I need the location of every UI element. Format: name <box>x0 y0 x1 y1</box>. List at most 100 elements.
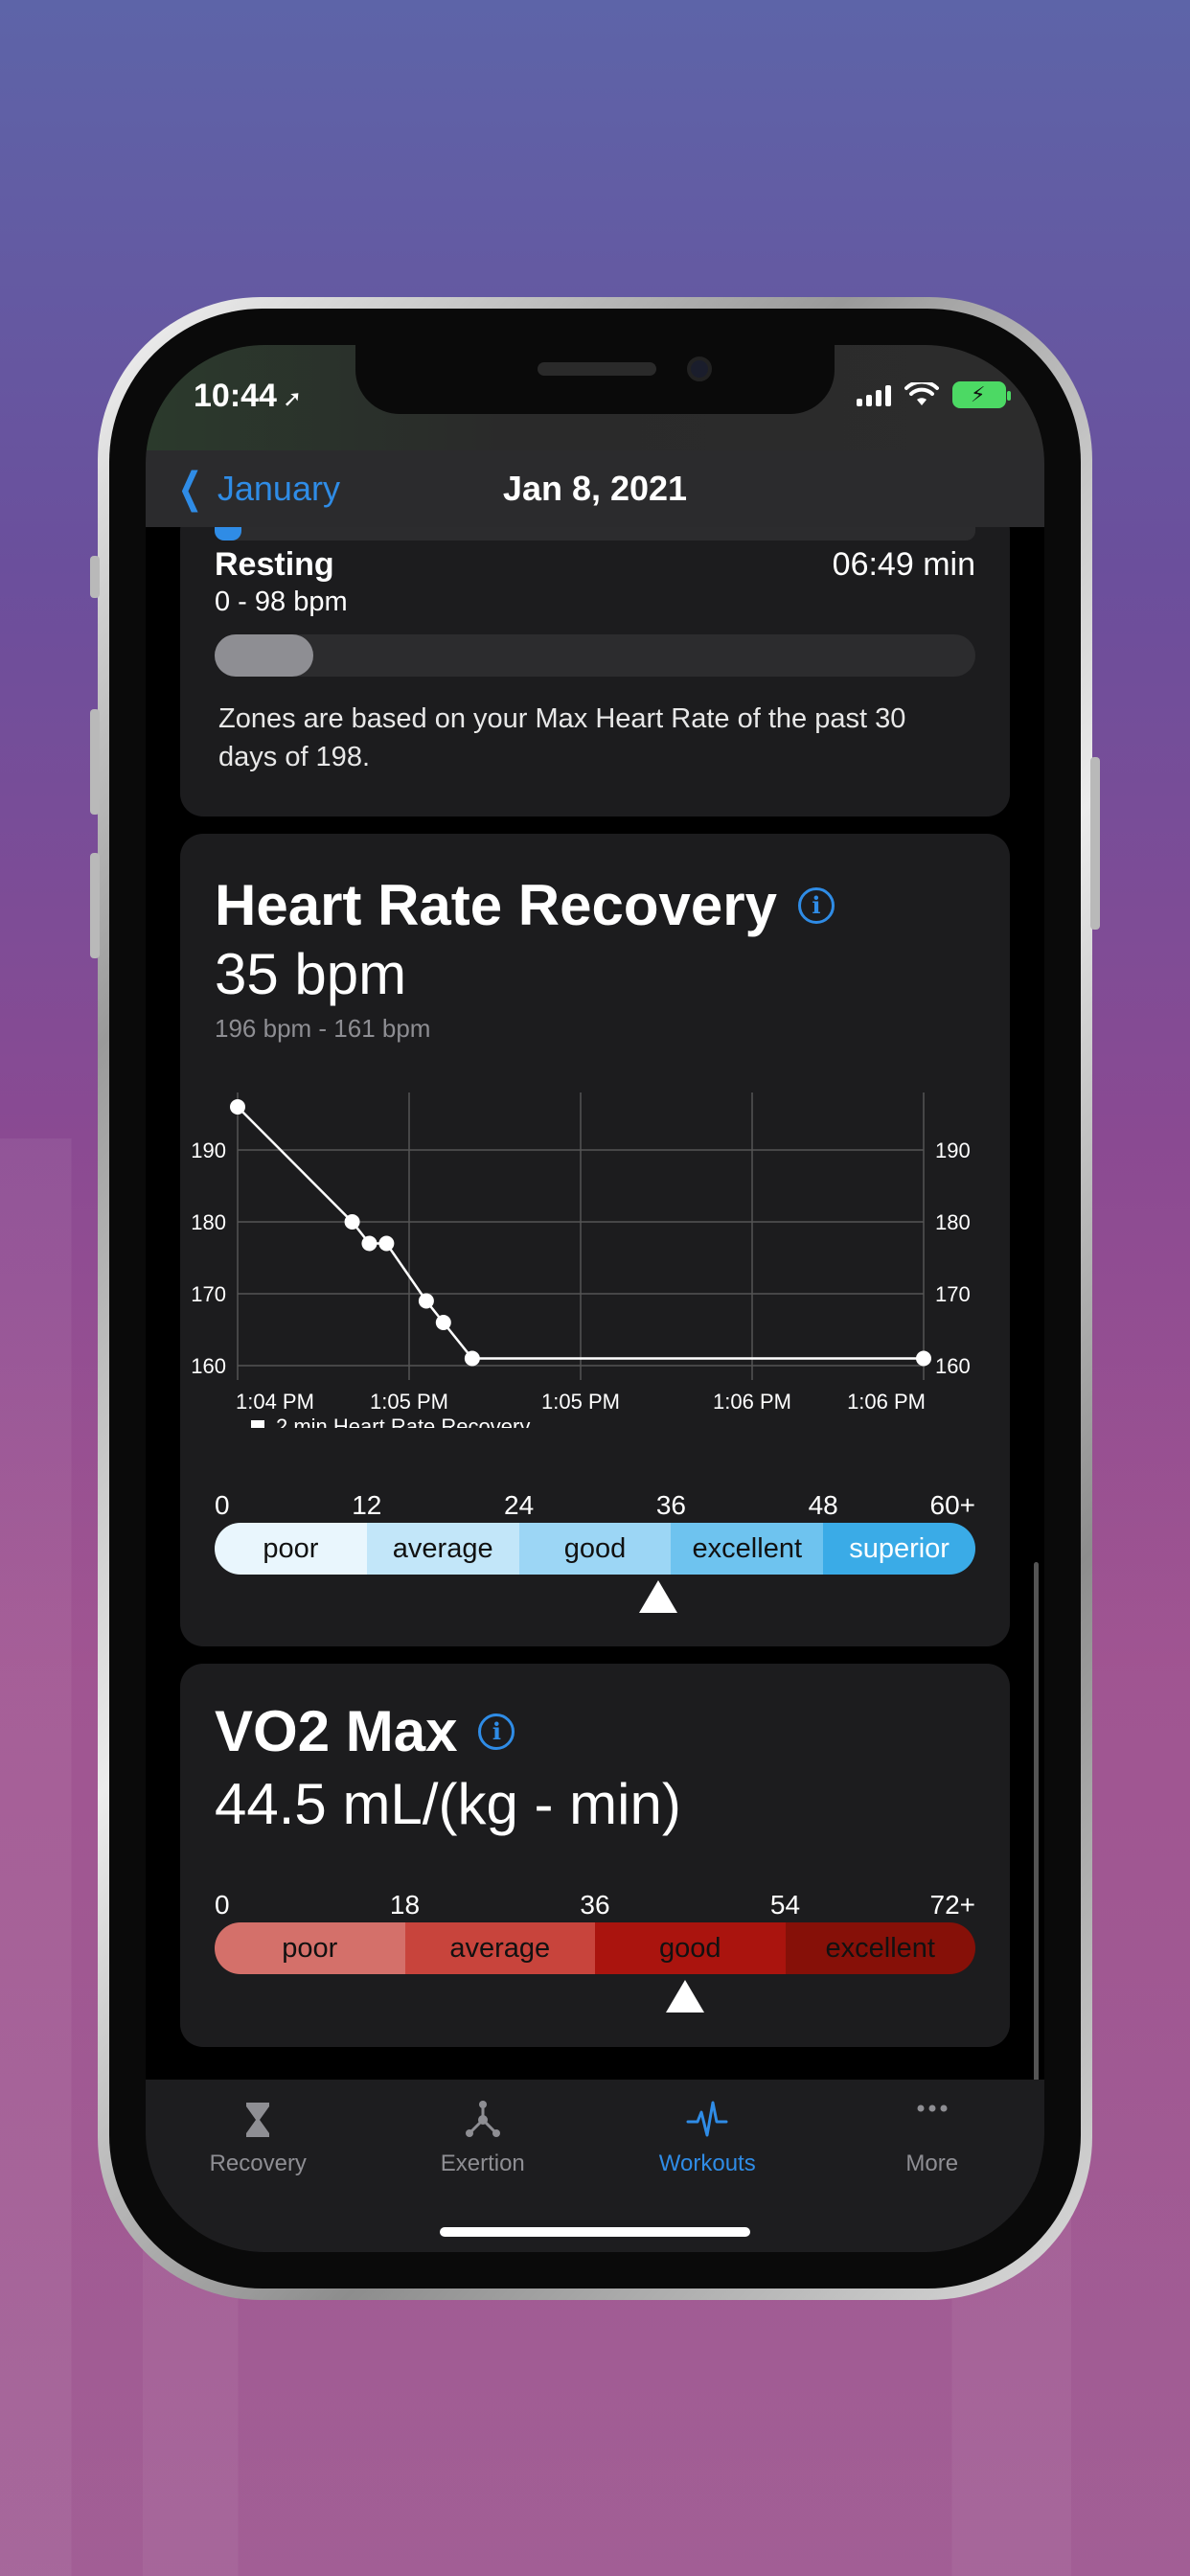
scale-tick-label: 48 <box>808 1490 838 1520</box>
data-point <box>435 1315 451 1330</box>
scale-segment-superior: superior <box>823 1523 975 1575</box>
zone-label: Resting <box>215 546 334 583</box>
previous-zone-fill <box>215 527 241 540</box>
data-point <box>344 1214 360 1230</box>
info-icon[interactable]: i <box>797 886 835 924</box>
tab-bar: Recovery Exertion Workouts More <box>146 2080 1044 2252</box>
vo2-rating-scale: 0 18 36 54 72+ poor average good excellent <box>215 1890 975 2012</box>
y-tick-label-left: 160 <box>191 1354 226 1378</box>
scale-segment-excellent: excellent <box>671 1523 824 1575</box>
scale-tick-label: 36 <box>580 1890 610 1920</box>
x-tick-label: 1:05 PM <box>370 1390 448 1414</box>
legend-swatch <box>251 1420 264 1428</box>
hrr-marker-triangle <box>639 1580 678 1613</box>
legend-label: 2 min Heart Rate Recovery <box>276 1414 530 1428</box>
previous-zone-bar <box>215 527 975 540</box>
y-tick-label-left: 190 <box>191 1138 226 1162</box>
scale-tick-label: 12 <box>352 1490 382 1520</box>
page-title: Jan 8, 2021 <box>502 469 688 508</box>
data-point <box>464 1350 480 1367</box>
tab-label: More <box>905 2150 959 2176</box>
x-tick-label: 1:04 PM <box>236 1390 314 1414</box>
location-arrow-icon: ➚ <box>282 386 303 412</box>
y-tick-label-right: 170 <box>935 1282 971 1306</box>
scale-segment-good: good <box>518 1523 672 1575</box>
y-tick-label-right: 180 <box>935 1210 971 1234</box>
back-button[interactable]: ❮ January <box>172 468 340 510</box>
tab-label: Exertion <box>440 2150 525 2176</box>
hrr-rating-scale: 0 12 24 36 48 60+ poor average good excellent sup… <box>215 1490 975 1613</box>
scale-tick-label: 36 <box>655 1490 686 1520</box>
hrr-line-chart: 1:04 PM 1:05 PM 1:05 PM 1:06 PM 1:06 PM 160 16… <box>191 1092 971 1428</box>
scale-segment-good: good <box>595 1922 786 1974</box>
vo2-max-card: VO2 Max i 44.5 mL/(kg - min) 0 18 36 54 72+ … <box>180 1664 1010 2047</box>
tab-more[interactable]: More <box>820 2099 1045 2252</box>
hrr-scale-ticks: 0 12 24 36 48 60+ <box>215 1490 975 1523</box>
hrr-range: 196 bpm - 161 bpm <box>215 1014 431 1043</box>
status-time: 10:44 ➚ <box>194 378 303 414</box>
data-point <box>361 1235 378 1252</box>
ellipsis-icon <box>917 2104 948 2112</box>
hrr-title-text: Heart Rate Recovery <box>215 873 777 937</box>
phone-frame: 10:44 ➚ ⚡ ❮ January Jan 8, 2021 Resting … <box>90 297 1100 2300</box>
heart-rate-zones-card: Resting 0 - 98 bpm 06:49 min Zones are b… <box>180 527 1010 816</box>
x-tick-label: 1:06 PM <box>713 1390 791 1414</box>
scale-tick-label: 24 <box>504 1490 535 1520</box>
scale-segment-average: average <box>404 1922 595 1974</box>
x-tick-label: 1:06 PM <box>847 1390 926 1414</box>
info-icon[interactable]: i <box>478 1713 515 1750</box>
scale-tick-label: 0 <box>215 1490 230 1520</box>
chevron-left-icon: ❮ <box>177 465 203 512</box>
navigation-bar: ❮ January Jan 8, 2021 <box>146 450 1044 527</box>
y-tick-label-left: 170 <box>191 1282 226 1306</box>
zone-progress-track <box>215 634 975 677</box>
tab-recovery[interactable]: Recovery <box>146 2099 371 2252</box>
battery-charging-icon: ⚡ <box>952 381 1011 408</box>
y-tick-label-right: 160 <box>935 1354 971 1378</box>
x-tick-label: 1:05 PM <box>541 1390 620 1414</box>
scale-segment-excellent: excellent <box>785 1922 975 1974</box>
zone-range: 0 - 98 bpm <box>215 586 348 617</box>
data-point <box>418 1293 434 1309</box>
scale-segment-poor: poor <box>215 1922 405 1974</box>
hrr-value: 35 bpm <box>215 942 407 1006</box>
hourglass-icon <box>246 2103 270 2137</box>
tab-label: Workouts <box>658 2150 756 2176</box>
data-point <box>378 1235 395 1252</box>
volume-up-button <box>90 709 100 815</box>
heart-rate-recovery-card: Heart Rate Recovery i 35 bpm 196 bpm - 1… <box>180 834 1010 1646</box>
scale-segment-poor: poor <box>215 1523 367 1575</box>
tab-label: Recovery <box>209 2150 307 2176</box>
side-button <box>1090 757 1100 930</box>
wifi-icon <box>904 382 939 405</box>
heartbeat-icon <box>686 2101 728 2137</box>
scroll-content[interactable]: Resting 0 - 98 bpm 06:49 min Zones are b… <box>146 527 1044 2080</box>
mute-switch <box>90 556 100 598</box>
vo2-value: 44.5 mL/(kg - min) <box>215 1772 681 1836</box>
zones-note: Zones are based on your Max Heart Rate o… <box>218 703 906 772</box>
screen: 10:44 ➚ ⚡ ❮ January Jan 8, 2021 Resting … <box>146 345 1044 2252</box>
scale-tick-label: 0 <box>215 1890 230 1920</box>
scale-tick-label: 18 <box>389 1890 421 1920</box>
cellular-signal-icon <box>857 383 891 406</box>
back-label: January <box>217 469 340 508</box>
vo2-title-text: VO2 Max <box>215 1699 458 1763</box>
vo2-title: VO2 Max i <box>215 1698 515 1764</box>
molecule-icon <box>465 2101 500 2137</box>
data-point <box>230 1099 245 1115</box>
home-indicator[interactable] <box>440 2227 750 2237</box>
notch <box>355 345 835 414</box>
zone-progress-fill <box>215 634 314 677</box>
y-tick-label-left: 180 <box>191 1210 226 1234</box>
vo2-marker-triangle <box>665 1980 704 2012</box>
scale-tick-label: 72+ <box>929 1890 976 1920</box>
data-point <box>916 1350 931 1367</box>
hrr-scale-bar: poor average good excellent superior <box>215 1523 975 1575</box>
volume-down-button <box>90 853 100 958</box>
scale-segment-average: average <box>366 1523 519 1575</box>
scale-tick-label: 60+ <box>929 1490 976 1520</box>
vo2-scale-bar: poor average good excellent <box>215 1922 975 1974</box>
y-tick-label-right: 190 <box>935 1138 971 1162</box>
vo2-scale-ticks: 0 18 36 54 72+ <box>215 1890 975 1922</box>
scale-tick-label: 54 <box>769 1890 801 1920</box>
